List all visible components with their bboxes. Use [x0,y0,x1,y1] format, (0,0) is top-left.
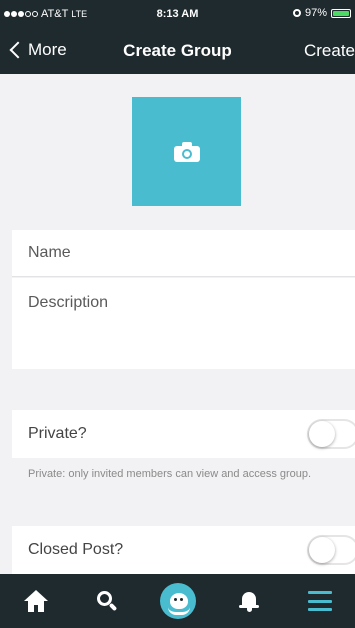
alarm-icon [292,9,301,17]
tab-home[interactable] [14,579,58,623]
private-label: Private? [28,425,87,442]
description-field-container [12,278,355,369]
create-group-screen: AT&T LTE 8:13 AM 97% More Create Group C… [0,0,355,628]
status-bar: AT&T LTE 8:13 AM 97% [0,0,355,28]
closed-post-label: Closed Post? [28,541,124,558]
home-icon [23,590,48,612]
battery-percent: 97% [304,7,327,19]
name-field-container [12,230,355,277]
private-help-text: Private: only invited members can view a… [28,468,312,480]
status-right: 97% [292,7,351,19]
toggle-knob [309,537,335,563]
group-photo-picker[interactable] [132,97,241,206]
mascot-icon [159,583,196,619]
battery-fill [333,10,349,16]
private-row: Private? [12,410,355,458]
camera-icon [173,141,200,162]
toggle-knob [309,421,335,447]
page-title: Create Group [123,41,232,60]
tab-menu[interactable] [298,579,342,623]
bell-icon [238,590,259,612]
closed-post-row: Closed Post? [12,526,355,574]
tab-bar [0,574,355,628]
private-toggle[interactable] [307,419,355,449]
navigation-bar: More Create Group Create [0,28,355,74]
description-input[interactable] [12,278,355,369]
tab-notifications[interactable] [227,579,271,623]
name-input[interactable] [12,230,355,276]
tab-search[interactable] [85,579,129,623]
battery-icon [331,8,351,18]
tab-groups[interactable] [156,579,200,623]
search-icon [96,590,118,612]
closed-post-toggle[interactable] [307,535,355,565]
create-button[interactable]: Create [304,41,355,61]
menu-icon [307,591,332,611]
